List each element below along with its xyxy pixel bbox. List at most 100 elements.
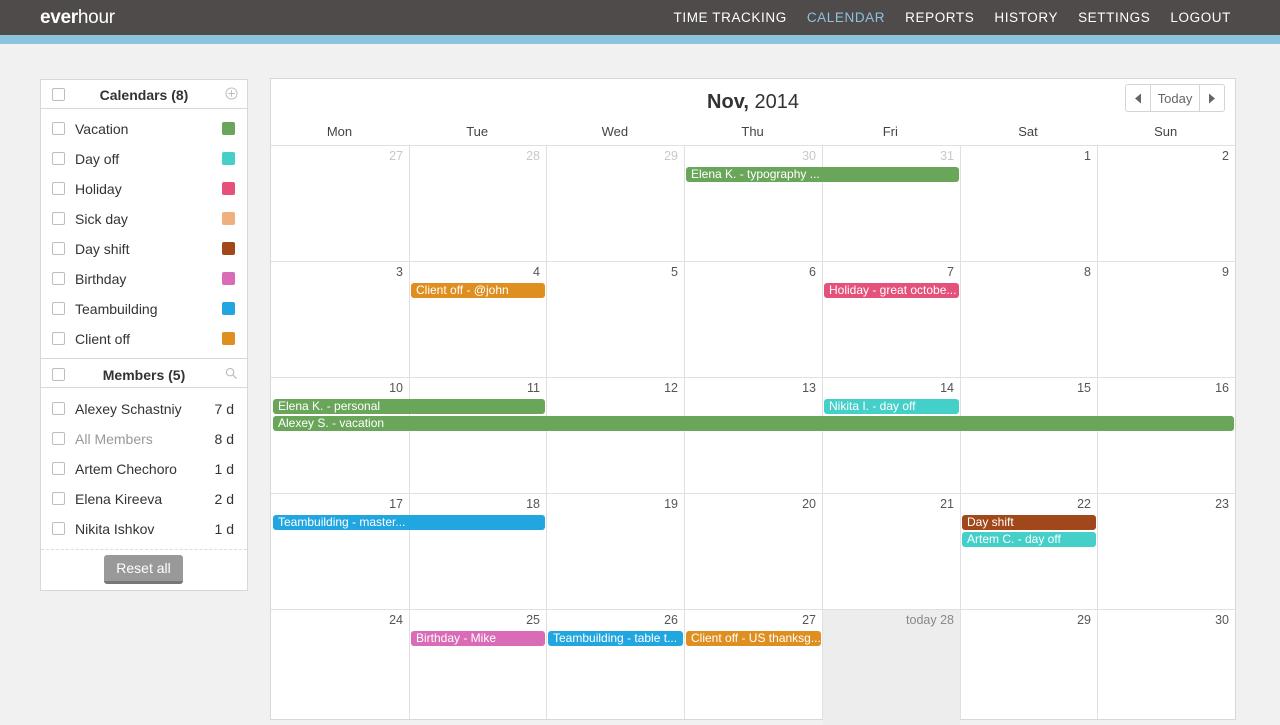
day-cell[interactable] [1098,146,1235,261]
calendar-filter-teambuilding[interactable]: Teambuilding [41,294,247,324]
date-number: 10 [389,381,403,395]
nav-item-history[interactable]: HISTORY [994,10,1058,25]
date-number: 18 [526,497,540,511]
day-cell[interactable] [823,262,960,377]
member-filter-elena-kireeva[interactable]: Elena Kireeva 2 d [41,484,247,514]
calendar-filter-sick-day[interactable]: Sick day [41,204,247,234]
member-filter-nikita-ishkov[interactable]: Nikita Ishkov 1 d [41,514,247,544]
calendar-checkbox[interactable] [52,152,65,165]
nav-item-logout[interactable]: LOGOUT [1170,10,1231,25]
member-checkbox[interactable] [52,432,65,445]
day-cell[interactable] [685,378,822,493]
day-cell[interactable] [685,494,822,609]
day-cell[interactable] [410,378,546,493]
calendar-checkbox[interactable] [52,332,65,345]
nav-item-settings[interactable]: SETTINGS [1078,10,1150,25]
day-cell[interactable] [823,494,960,609]
calendar-event[interactable]: Alexey S. - vacation [273,416,1234,431]
today-button[interactable]: Today [1150,85,1200,111]
next-month-button[interactable] [1200,85,1224,111]
calendar-filter-day-off[interactable]: Day off [41,144,247,174]
day-cell[interactable] [685,146,822,261]
calendar-checkbox[interactable] [52,122,65,135]
member-filter-alexey-schastniy[interactable]: Alexey Schastniy 7 d [41,394,247,424]
day-cell[interactable] [685,262,822,377]
calendar-checkbox[interactable] [52,182,65,195]
member-label: Artem Chechoro [75,461,177,477]
search-icon[interactable] [225,367,238,380]
calendar-checkbox[interactable] [52,272,65,285]
day-cell[interactable] [823,146,960,261]
day-cell[interactable] [685,610,822,725]
calendar-event[interactable]: Elena K. - typography ... [686,167,959,182]
calendar-event[interactable]: Teambuilding - table t... [548,631,683,646]
day-cell[interactable] [961,146,1097,261]
reset-all-button[interactable]: Reset all [104,555,183,584]
member-checkbox[interactable] [52,462,65,475]
calendar-event[interactable]: Teambuilding - master... [273,515,545,530]
day-cell[interactable] [410,262,546,377]
day-cell[interactable] [547,610,684,725]
day-cell[interactable] [823,610,960,725]
calendar-filter-vacation[interactable]: Vacation [41,114,247,144]
member-label: Nikita Ishkov [75,521,155,537]
calendar-label: Holiday [75,181,122,197]
day-cell[interactable] [823,378,960,493]
date-number: 27 [802,613,816,627]
previous-month-button[interactable] [1126,85,1150,111]
day-cell[interactable] [961,262,1097,377]
member-label: Elena Kireeva [75,491,163,507]
day-cell[interactable] [1098,262,1235,377]
day-cell[interactable] [961,610,1097,725]
day-cell[interactable] [410,146,546,261]
day-cell[interactable] [961,378,1097,493]
day-cell[interactable] [547,146,684,261]
calendar-event[interactable]: Artem C. - day off [962,532,1096,547]
member-checkbox[interactable] [52,402,65,415]
calendar-event[interactable]: Client off - @john [411,283,545,298]
day-cell[interactable] [272,494,409,609]
member-checkbox[interactable] [52,492,65,505]
weekday-header: Sun [1154,124,1178,139]
nav-item-reports[interactable]: REPORTS [905,10,974,25]
day-cell[interactable] [547,378,684,493]
day-cell[interactable] [410,610,546,725]
add-calendar-icon[interactable] [225,87,238,100]
day-cell[interactable] [272,610,409,725]
calendar-event[interactable]: Client off - US thanksg... [686,631,821,646]
day-cell[interactable] [961,494,1097,609]
day-cell[interactable] [1098,494,1235,609]
calendar-filter-birthday[interactable]: Birthday [41,264,247,294]
member-days: 1 d [214,461,234,477]
member-filter-artem-chechoro[interactable]: Artem Chechoro 1 d [41,454,247,484]
calendar-filter-holiday[interactable]: Holiday [41,174,247,204]
day-cell[interactable] [272,378,409,493]
day-cell[interactable] [547,494,684,609]
logo[interactable]: everhour [40,7,115,29]
calendar-filter-day-shift[interactable]: Day shift [41,234,247,264]
nav-item-time-tracking[interactable]: TIME TRACKING [674,10,787,25]
calendar-event[interactable]: Holiday - great octobe... [824,283,959,298]
member-checkbox[interactable] [52,522,65,535]
day-cell[interactable] [410,494,546,609]
calendar-checkbox[interactable] [52,302,65,315]
day-cell[interactable] [272,146,409,261]
nav-item-calendar[interactable]: CALENDAR [807,10,885,25]
day-cell[interactable] [547,262,684,377]
day-cell[interactable] [1098,378,1235,493]
calendar-checkbox[interactable] [52,242,65,255]
calendar-label: Day shift [75,241,130,257]
calendar-checkbox[interactable] [52,212,65,225]
date-number: 27 [389,149,403,163]
weekday-header: Fri [882,124,898,139]
calendar-event[interactable]: Day shift [962,515,1096,530]
calendar-event[interactable]: Elena K. - personal [273,399,545,414]
member-filter-all-members[interactable]: All Members 8 d [41,424,247,454]
day-cell[interactable] [1098,610,1235,725]
date-number: 30 [1215,613,1229,627]
date-number: 13 [802,381,816,395]
day-cell[interactable] [272,262,409,377]
calendar-event[interactable]: Nikita I. - day off [824,399,959,414]
calendar-event[interactable]: Birthday - Mike [411,631,545,646]
calendar-filter-client-off[interactable]: Client off [41,324,247,354]
